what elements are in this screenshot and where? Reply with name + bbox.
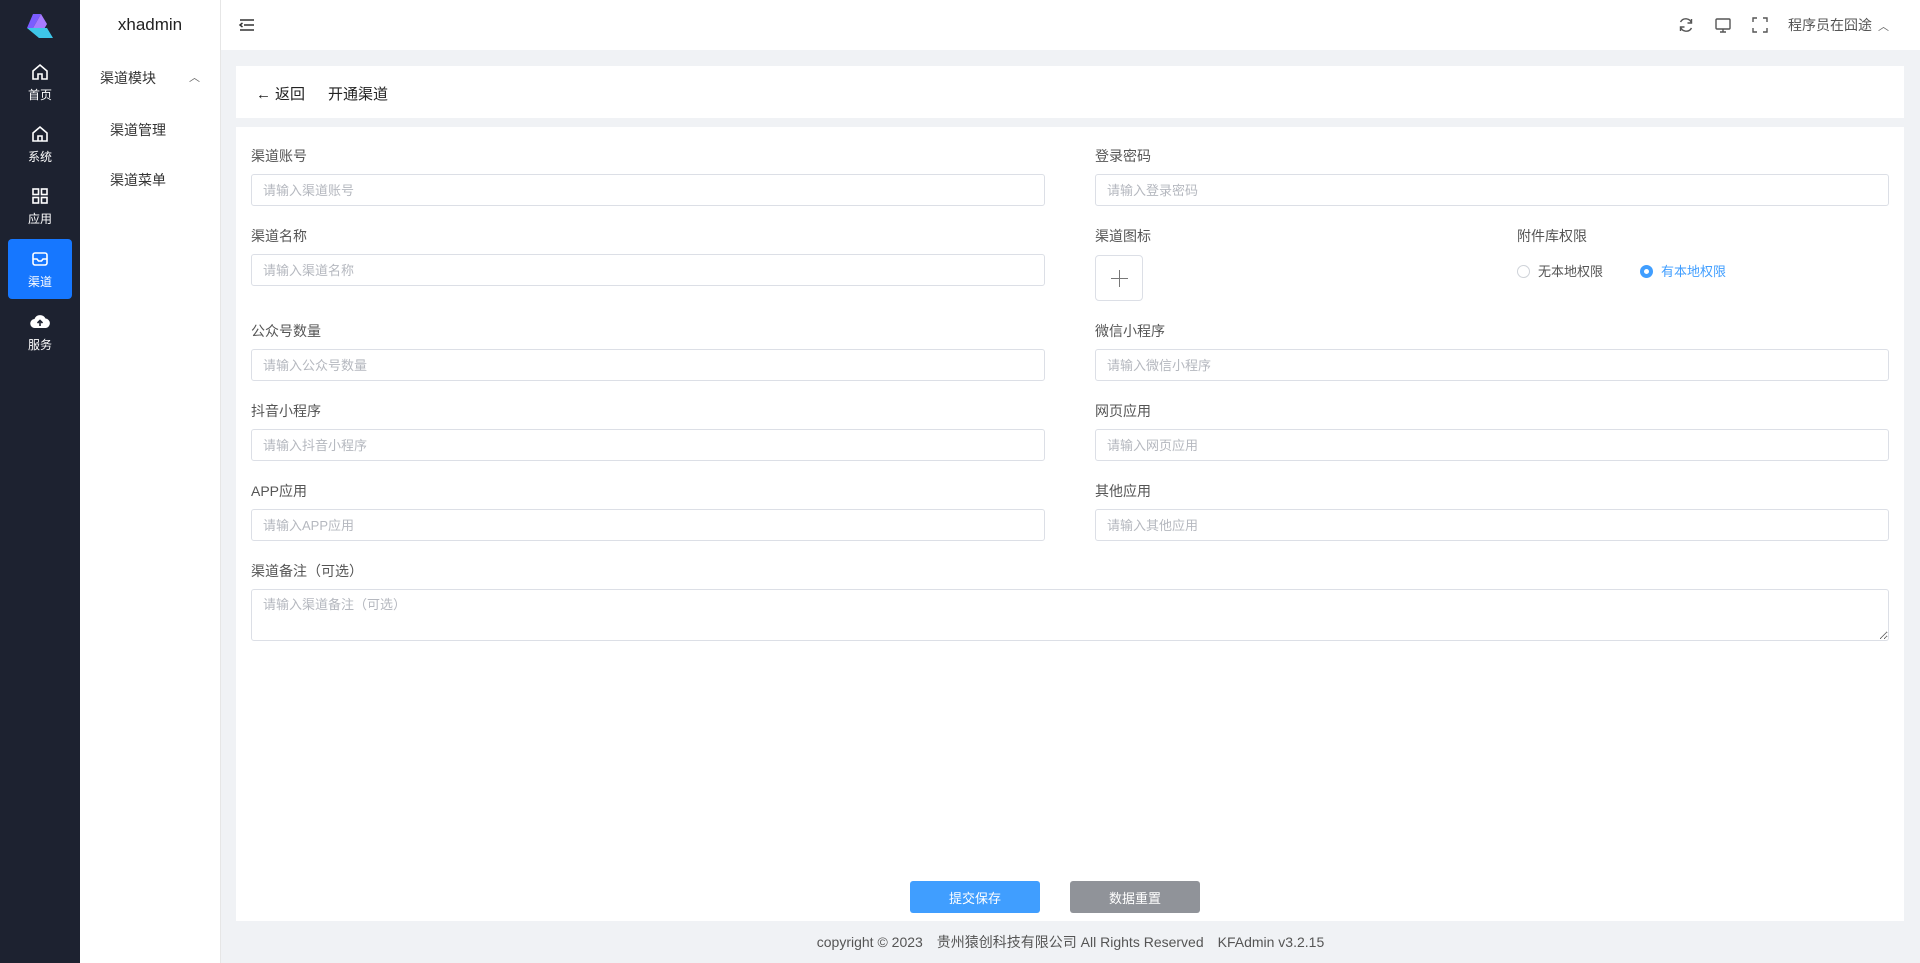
rail-item-label: 渠道: [27, 275, 52, 289]
chevron-up-icon: ︿: [189, 72, 200, 84]
reset-button[interactable]: 数据重置: [1070, 881, 1200, 913]
home-icon: [32, 63, 48, 80]
back-label: 返回: [275, 86, 306, 103]
rail-item-label: 应用: [27, 212, 52, 226]
channel-form: 渠道账号 登录密码 渠道名称 渠道图标 附件库权限 无本地权限 有本地权限 公众…: [236, 127, 1904, 921]
page-header: ← 返回 开通渠道: [236, 66, 1904, 118]
mp-count-input[interactable]: [251, 349, 1045, 381]
password-label: 登录密码: [1095, 148, 1151, 164]
radio-label: 有本地权限: [1661, 264, 1727, 279]
rail-item-home[interactable]: 首页: [8, 52, 72, 112]
rail-item-label: 系统: [27, 150, 52, 164]
app-input[interactable]: [251, 509, 1045, 541]
wechat-mini-input[interactable]: [1095, 349, 1889, 381]
web-app-label: 网页应用: [1095, 403, 1151, 419]
other-app-input[interactable]: [1095, 509, 1889, 541]
rail-item-label: 服务: [27, 338, 52, 352]
other-app-label: 其他应用: [1095, 483, 1151, 499]
menu-item-channel-manage[interactable]: 渠道管理: [80, 114, 220, 146]
user-name: 程序员在囧途: [1788, 17, 1872, 33]
footer-copyright: copyright © 2023 贵州猿创科技有限公司 All Rights R…: [816, 934, 1325, 950]
wechat-mini-label: 微信小程序: [1095, 323, 1165, 339]
grid-icon: [32, 188, 48, 204]
menu-item-channel-menu[interactable]: 渠道菜单: [80, 164, 220, 196]
submit-button[interactable]: 提交保存: [910, 881, 1040, 913]
douyin-mini-label: 抖音小程序: [251, 403, 321, 419]
logo-icon: [27, 14, 53, 38]
chevron-up-icon: ︿: [1878, 21, 1889, 33]
menu-group-label: 渠道模块: [100, 70, 156, 86]
douyin-mini-input[interactable]: [251, 429, 1045, 461]
inbox-icon: [32, 252, 48, 266]
channel-icon-label: 渠道图标: [1095, 228, 1151, 244]
account-input[interactable]: [251, 174, 1045, 206]
rail-item-apps[interactable]: 应用: [8, 176, 72, 236]
secondary-menu: xhadmin 渠道模块 ︿ 渠道管理 渠道菜单: [80, 0, 221, 963]
brand-title: xhadmin: [117, 15, 183, 34]
name-input[interactable]: [251, 254, 1045, 286]
arrow-left-icon: ←: [256, 86, 271, 103]
user-menu[interactable]: 程序员在囧途 ︿: [1788, 15, 1889, 35]
radio-circle-icon: [1517, 265, 1530, 279]
cloud-upload-icon: [30, 315, 50, 329]
account-label: 渠道账号: [251, 148, 307, 164]
top-bar: 程序员在囧途 ︿: [221, 0, 1920, 50]
menu-group-channel-module[interactable]: 渠道模块 ︿: [80, 62, 220, 94]
name-label: 渠道名称: [251, 228, 307, 244]
monitor-icon[interactable]: [1714, 16, 1732, 34]
rail-item-channel[interactable]: 渠道: [8, 239, 72, 299]
back-button[interactable]: ← 返回: [256, 83, 305, 104]
remark-textarea[interactable]: [251, 589, 1889, 641]
icon-upload-button[interactable]: [1095, 255, 1143, 301]
remark-label: 渠道备注（可选）: [251, 563, 363, 579]
radio-label: 无本地权限: [1538, 264, 1604, 279]
radio-has-local-permission[interactable]: 有本地权限: [1640, 261, 1726, 280]
rail-item-label: 首页: [27, 88, 52, 102]
icon-sidebar: 首页 系统 应用 渠道 服务: [0, 0, 80, 963]
app-label: APP应用: [251, 483, 308, 499]
rail-item-system[interactable]: 系统: [8, 114, 72, 174]
radio-checked-icon: [1640, 265, 1653, 279]
refresh-icon[interactable]: [1677, 16, 1695, 34]
password-input[interactable]: [1095, 174, 1889, 206]
permission-label: 附件库权限: [1517, 228, 1587, 244]
home-outline-icon: [32, 125, 48, 142]
mp-count-label: 公众号数量: [251, 323, 321, 339]
fullscreen-icon[interactable]: [1751, 16, 1769, 34]
rail-item-service[interactable]: 服务: [8, 302, 72, 362]
page-title: 开通渠道: [328, 86, 389, 103]
web-app-input[interactable]: [1095, 429, 1889, 461]
radio-no-local-permission[interactable]: 无本地权限: [1517, 261, 1603, 280]
menu-toggle-icon[interactable]: [238, 16, 256, 34]
